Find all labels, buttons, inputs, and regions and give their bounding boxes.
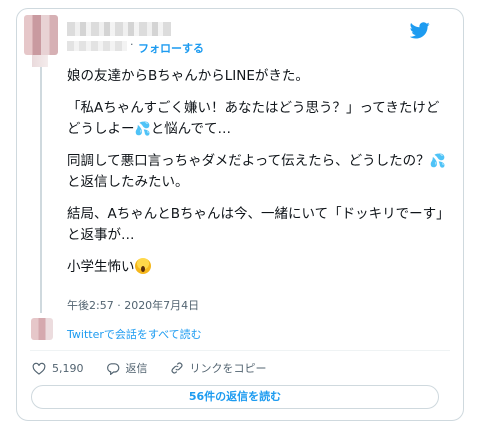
reply-label: 返信 [125, 362, 148, 375]
copy-link-button[interactable]: リンクをコピー [170, 360, 267, 376]
author-avatar-shadow [32, 55, 48, 67]
thread-line [40, 67, 42, 313]
tweet-paragraph-4: 結局、AちゃんとBちゃんは今、一緒にいて「ドッキリでーす」と返事が… [67, 206, 443, 243]
divider [30, 350, 450, 351]
tweet-paragraph-2-text: 「私Aちゃんすごく嫌い！あなたはどう思う？」ってきたけどどうしよー [67, 100, 440, 137]
like-button[interactable]: 5,190 [32, 362, 84, 375]
tweet-text: 娘の友達からBちゃんからLINEがきた。 「私Aちゃんすごく嫌い！あなたはどう思… [67, 66, 447, 289]
author-name-blurred[interactable] [67, 22, 171, 36]
tweet-paragraph-2-tail: と悩んでて… [150, 121, 232, 137]
separator-dot: · [130, 38, 134, 51]
sweat-drops-emoji: 💦 [134, 122, 151, 137]
like-count: 5,190 [52, 361, 84, 375]
copy-link-label: リンクをコピー [189, 362, 267, 375]
twitter-bird-icon[interactable] [410, 22, 430, 39]
tweet-paragraph-1: 娘の友達からBちゃんからLINEがきた。 [67, 68, 309, 84]
screaming-face-emoji [134, 258, 151, 274]
read-conversation-link[interactable]: Twitterで会話をすべて読む [67, 326, 202, 342]
action-bar: 5,190 返信 リンクをコピー [32, 360, 289, 376]
follow-button[interactable]: フォローする [138, 40, 204, 56]
author-handle-blurred[interactable] [67, 41, 127, 51]
reply-avatar[interactable] [31, 318, 53, 340]
heart-icon [32, 362, 46, 375]
tweet-paragraph-5-text: 小学生怖い [67, 259, 135, 275]
tweet-paragraph-5: 小学生怖い [67, 257, 447, 278]
link-icon [171, 362, 182, 374]
sweat-drops-emoji: 💦 [429, 154, 446, 169]
tweet-paragraph-3-text: 同調して悪口言っちゃダメだよって伝えたら、どうしたの？ [67, 153, 430, 169]
reply-icon [106, 362, 119, 375]
read-replies-button[interactable]: 56件の返信を読む [31, 385, 439, 409]
tweet-timestamp[interactable]: 午後2:57 · 2020年7月4日 [67, 297, 199, 313]
tweet-paragraph-3-tail: と返信したみたい。 [67, 174, 189, 190]
reply-button[interactable]: 返信 [106, 360, 148, 376]
tweet-paragraph-2: 「私Aちゃんすごく嫌い！あなたはどう思う？」ってきたけどどうしよー💦と悩んでて… [67, 98, 447, 140]
author-avatar[interactable] [24, 15, 58, 55]
tweet-paragraph-3: 同調して悪口言っちゃダメだよって伝えたら、どうしたの？💦 と返信したみたい。 [67, 151, 447, 193]
